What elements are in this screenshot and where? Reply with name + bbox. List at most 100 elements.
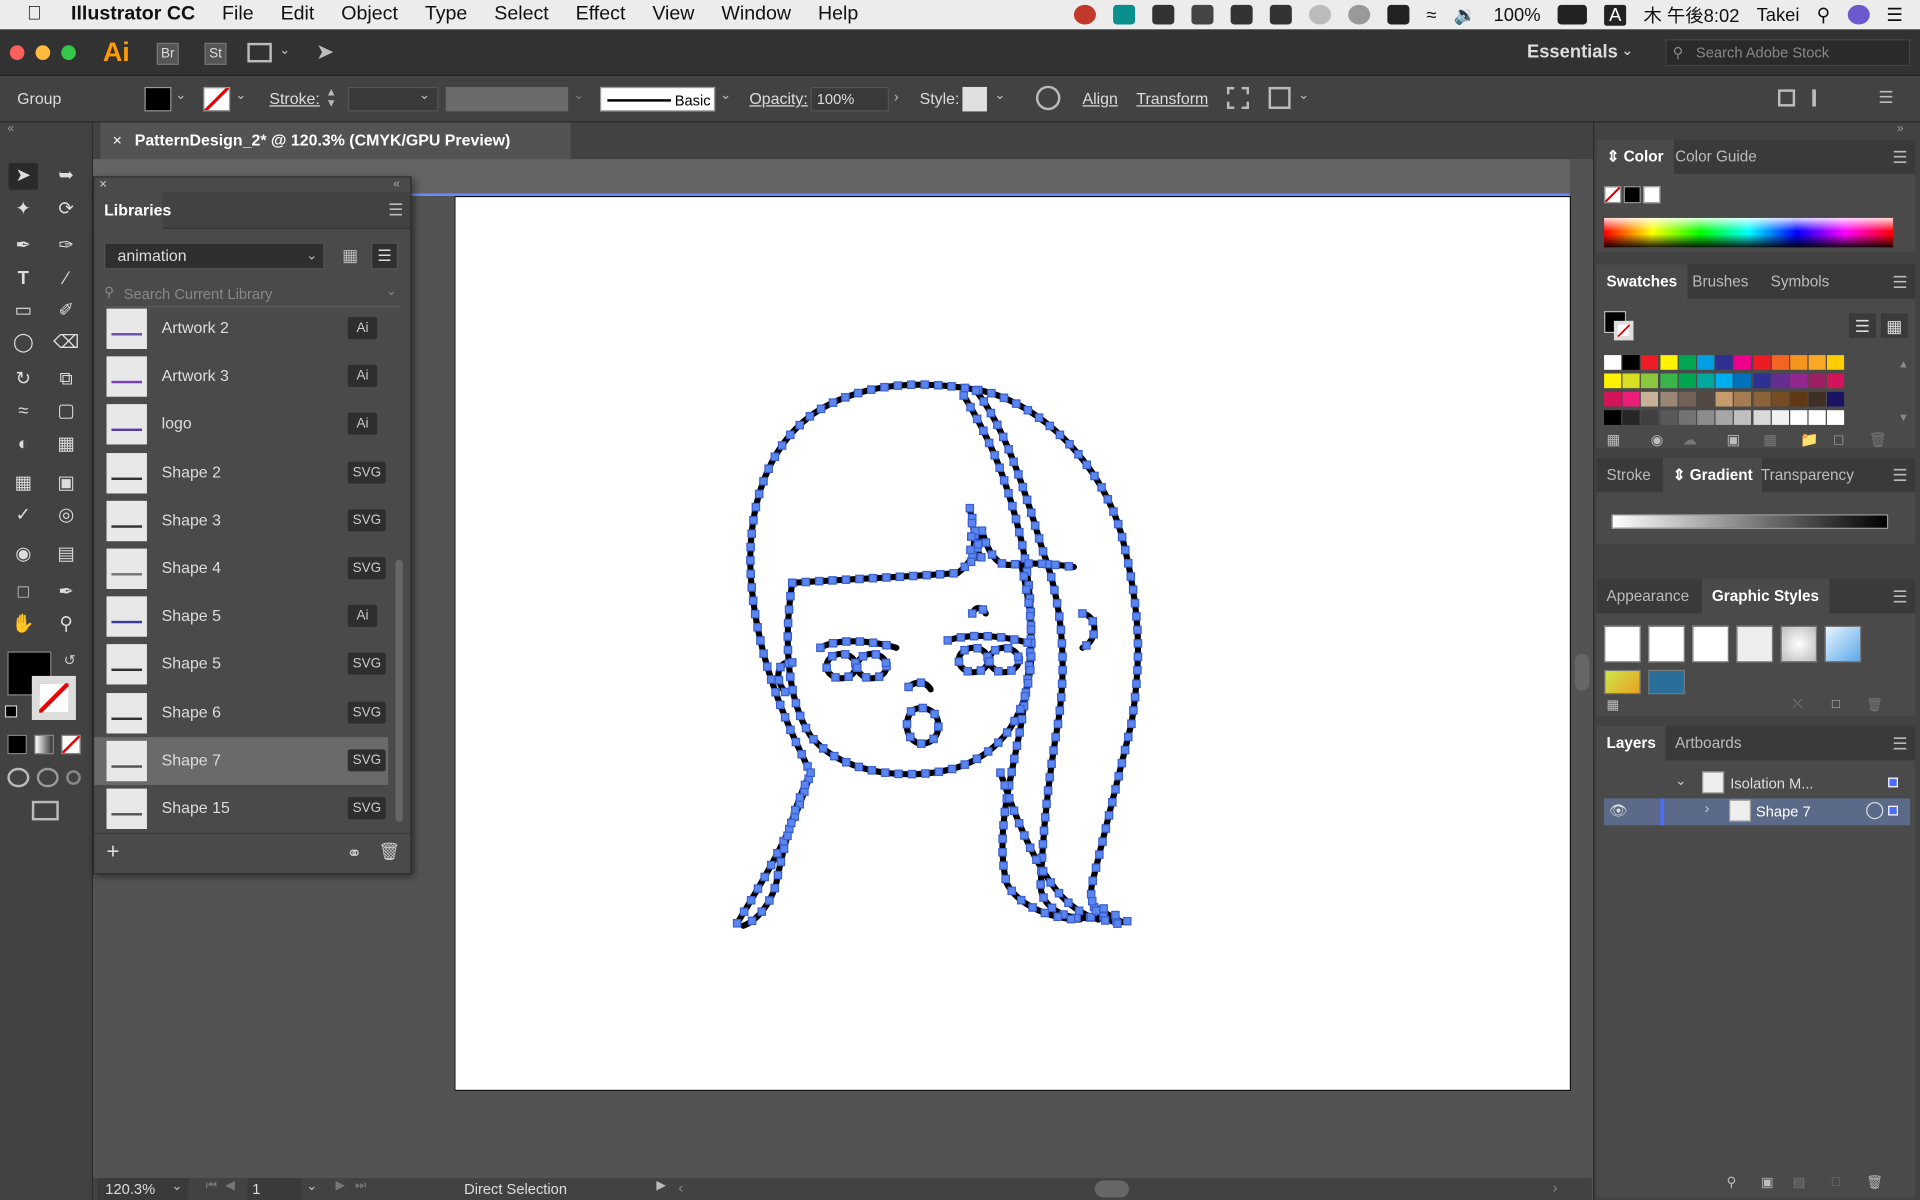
menu-type[interactable]: Type [425,4,467,26]
anchor-point[interactable] [776,662,785,672]
draw-normal-icon[interactable] [7,767,30,788]
anchor-point[interactable] [816,404,826,414]
anchor-point[interactable] [1089,630,1098,639]
anchor-point[interactable] [1036,880,1045,889]
anchor-point[interactable] [1020,831,1029,840]
color-swatch[interactable] [1678,391,1696,407]
library-item[interactable]: Artwork 2 Ai [94,305,388,353]
scroll-up-icon[interactable]: ▲ [1898,358,1909,370]
anchor-point[interactable] [1023,638,1032,647]
color-swatch[interactable] [1734,391,1752,407]
gpu-performance-icon[interactable]: ➤ [316,39,334,65]
anchor-point[interactable] [858,652,868,661]
anchor-point[interactable] [1026,665,1035,675]
opacity-input[interactable]: 100% [810,86,889,112]
color-swatch[interactable] [1622,410,1640,425]
anchor-point[interactable] [1128,585,1138,595]
library-search-input[interactable]: Search Current Library [104,280,401,308]
color-swatch[interactable] [1752,355,1771,370]
new-graphic-style-icon[interactable]: □ [1832,697,1840,712]
color-swatch[interactable] [1604,410,1622,425]
anchor-point[interactable] [947,382,956,391]
monitor-icon[interactable] [1269,4,1292,25]
stroke-color-swatch[interactable] [203,86,231,112]
anchor-point[interactable] [930,709,939,719]
menu-edit[interactable]: Edit [281,4,315,26]
panel-menu-icon[interactable]: ☰ [1892,272,1907,293]
close-window-button[interactable] [9,45,25,61]
user-name[interactable]: Takei [1757,4,1800,25]
anchor-point[interactable] [999,861,1008,870]
anchor-point[interactable] [1053,719,1063,729]
color-swatch[interactable] [1641,373,1659,389]
anchor-point[interactable] [771,687,780,697]
color-swatch[interactable] [1678,410,1696,425]
horizontal-scroll-thumb[interactable] [1094,1180,1129,1198]
anchor-point[interactable] [746,556,755,565]
chevron-down-icon[interactable]: ⌄ [171,1178,182,1194]
clipping-mask-icon[interactable]: ▣ [1761,1174,1774,1191]
color-swatch[interactable] [1771,391,1789,407]
chevron-down-icon[interactable]: ⌄ [720,87,731,103]
anchor-point[interactable] [987,550,997,559]
tab-symbols[interactable]: Symbols [1761,264,1839,298]
anchor-point[interactable] [787,658,797,667]
graphic-style-swatch[interactable] [962,86,987,112]
collapse-dock-icon[interactable]: » [1897,122,1904,135]
anchor-point[interactable] [1087,896,1097,906]
chevron-down-icon[interactable]: ⌄ [279,42,290,58]
swap-fill-stroke-icon[interactable]: ↺ [64,651,76,668]
anchor-point[interactable] [916,678,926,687]
library-item[interactable]: Shape 3 SVG [94,497,388,545]
anchor-point[interactable] [854,762,864,772]
anchor-point[interactable] [764,464,773,474]
anchor-point[interactable] [739,907,749,917]
anchor-point[interactable] [1056,692,1066,702]
color-swatch[interactable] [1827,373,1845,389]
anchor-point[interactable] [1082,460,1092,470]
anchor-point[interactable] [1065,439,1074,449]
anchor-point[interactable] [1039,893,1048,902]
status-menu-arrow-icon[interactable]: ▶ [656,1179,665,1192]
menu-effect[interactable]: Effect [576,4,626,26]
anchor-point[interactable] [969,631,979,641]
edit-puppet-icon[interactable] [1268,86,1291,109]
eyedropper-tool-icon[interactable]: ✓ [9,502,38,529]
anchor-point[interactable] [998,834,1007,844]
anchor-point[interactable] [818,744,828,753]
anchor-point[interactable] [1050,585,1059,595]
anchor-point[interactable] [1012,741,1022,751]
anchor-point[interactable] [1074,450,1083,459]
anchor-point[interactable] [894,769,903,779]
selection-tool-icon[interactable]: ➤ [8,162,38,190]
anchor-point[interactable] [791,698,801,708]
anchor-point[interactable] [1024,559,1033,568]
locate-object-icon[interactable]: ⚲ [1727,1174,1737,1191]
anchor-point[interactable] [1109,507,1118,516]
anchor-point[interactable] [1038,867,1048,876]
anchor-point[interactable] [1018,482,1028,492]
anchor-point[interactable] [973,643,982,653]
anchor-point[interactable] [797,750,806,759]
anchor-point[interactable] [882,640,891,650]
anchor-point[interactable] [908,571,918,581]
anchor-point[interactable] [949,569,958,578]
anchor-point[interactable] [787,578,797,588]
anchor-point[interactable] [997,559,1007,568]
anchor-point[interactable] [1066,914,1076,924]
anchor-point[interactable] [841,575,851,584]
anchor-point[interactable] [829,751,839,761]
stroke-swatch[interactable] [31,675,76,721]
color-swatch[interactable] [1790,355,1808,370]
anchor-point[interactable] [1023,405,1033,415]
tab-gradient[interactable]: ⇕ Gradient [1662,457,1763,493]
anchor-point[interactable] [1016,704,1025,714]
dropbox-icon[interactable] [1191,4,1214,25]
anchor-point[interactable] [1042,799,1051,809]
anchor-point[interactable] [783,645,793,655]
color-swatch[interactable] [1641,410,1659,425]
anchor-point[interactable] [770,883,780,893]
anchor-point[interactable] [806,768,815,777]
menu-window[interactable]: Window [721,4,791,26]
anchor-point[interactable] [746,569,756,579]
